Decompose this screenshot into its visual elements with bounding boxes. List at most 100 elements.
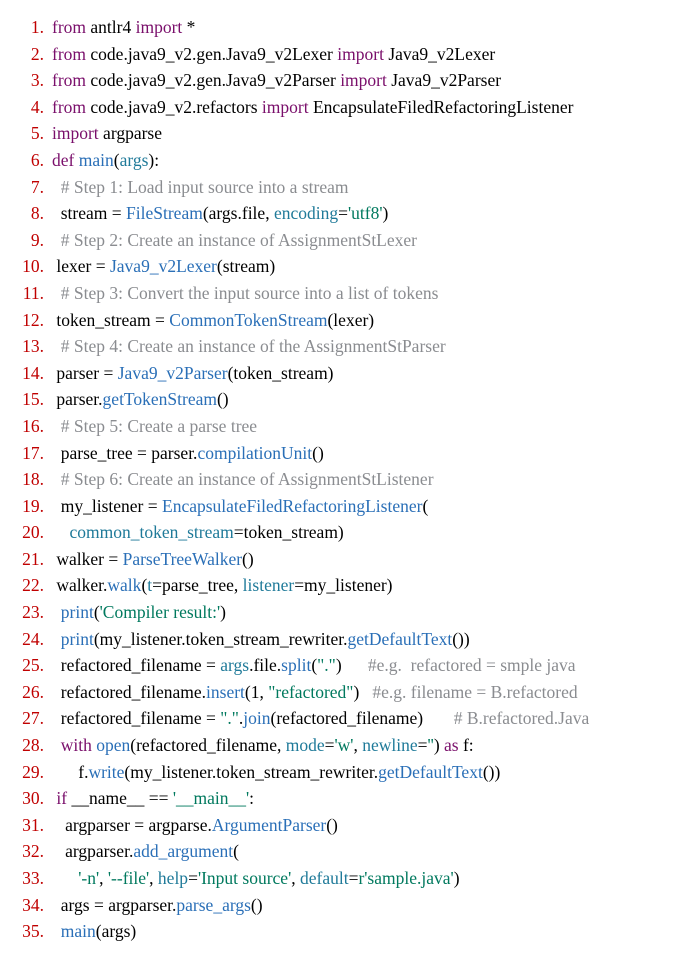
token-fn: compilationUnit bbox=[197, 443, 312, 463]
line-number: 13. bbox=[10, 333, 52, 360]
line-number: 31. bbox=[10, 812, 52, 839]
token-name: mode bbox=[286, 735, 325, 755]
token-fn: print bbox=[61, 629, 94, 649]
line-number: 34. bbox=[10, 892, 52, 919]
line-number: 12. bbox=[10, 307, 52, 334]
line-number: 32. bbox=[10, 838, 52, 865]
token-nm: (lexer) bbox=[327, 310, 374, 330]
line-number: 33. bbox=[10, 865, 52, 892]
line-number: 4. bbox=[10, 94, 52, 121]
token-nm: my_listener = bbox=[61, 496, 162, 516]
code-line: 18. # Step 6: Create an instance of Assi… bbox=[10, 466, 675, 493]
token-name: listener bbox=[243, 575, 295, 595]
line-code: token_stream = CommonTokenStream(lexer) bbox=[52, 307, 675, 334]
token-nm: (args) bbox=[96, 921, 137, 941]
code-line: 34. args = argparser.parse_args() bbox=[10, 892, 675, 919]
token-name: args bbox=[120, 150, 149, 170]
line-code: # Step 4: Create an instance of the Assi… bbox=[52, 333, 675, 360]
line-number: 5. bbox=[10, 120, 52, 147]
code-line: 8. stream = FileStream(args.file, encodi… bbox=[10, 200, 675, 227]
token-nm: ( bbox=[233, 841, 239, 861]
indent bbox=[52, 762, 78, 782]
line-number: 11. bbox=[10, 280, 52, 307]
token-kw: import bbox=[136, 17, 183, 37]
token-cm: # Step 4: Create an instance of the Assi… bbox=[61, 336, 446, 356]
indent bbox=[52, 336, 61, 356]
indent bbox=[52, 735, 61, 755]
token-nm: = bbox=[188, 868, 198, 888]
code-line: 3.from code.java9_v2.gen.Java9_v2Parser … bbox=[10, 67, 675, 94]
token-kw: from bbox=[52, 44, 86, 64]
token-cm: #e.g. filename = B.refactored bbox=[372, 682, 577, 702]
line-number: 16. bbox=[10, 413, 52, 440]
token-nm: = bbox=[338, 203, 348, 223]
token-str: '--file' bbox=[108, 868, 149, 888]
token-kw: import bbox=[337, 44, 384, 64]
line-code: print(my_listener.token_stream_rewriter.… bbox=[52, 626, 675, 653]
line-code: main(args) bbox=[52, 918, 675, 945]
line-code: refactored_filename = args.file.split(".… bbox=[52, 652, 675, 679]
line-code: from code.java9_v2.gen.Java9_v2Lexer imp… bbox=[52, 41, 675, 68]
token-nm: stream = bbox=[61, 203, 126, 223]
token-nm: , bbox=[291, 868, 300, 888]
indent bbox=[52, 868, 78, 888]
token-fn: CommonTokenStream bbox=[169, 310, 327, 330]
indent bbox=[52, 921, 61, 941]
token-nm: (my_listener.token_stream_rewriter. bbox=[124, 762, 378, 782]
token-nm: () bbox=[217, 389, 229, 409]
token-nm: argparse bbox=[99, 123, 162, 143]
token-str: "." bbox=[317, 655, 336, 675]
token-fn: Java9_v2Lexer bbox=[110, 256, 217, 276]
token-kw: from bbox=[52, 70, 86, 90]
token-nm: ()) bbox=[452, 629, 469, 649]
indent bbox=[52, 283, 61, 303]
token-nm: =my_listener) bbox=[294, 575, 392, 595]
line-code: from antlr4 import * bbox=[52, 14, 675, 41]
token-nm: ) bbox=[353, 682, 372, 702]
token-fn: FileStream bbox=[126, 203, 203, 223]
token-nm: parse_tree = parser. bbox=[61, 443, 198, 463]
token-nm: code.java9_v2.refactors bbox=[86, 97, 262, 117]
line-code: # Step 3: Convert the input source into … bbox=[52, 280, 675, 307]
line-number: 2. bbox=[10, 41, 52, 68]
indent bbox=[52, 522, 70, 542]
token-name: newline bbox=[362, 735, 417, 755]
token-kw: def bbox=[52, 150, 74, 170]
line-code: parse_tree = parser.compilationUnit() bbox=[52, 440, 675, 467]
token-str: 'Compiler result:' bbox=[100, 602, 221, 622]
code-line: 23. print('Compiler result:') bbox=[10, 599, 675, 626]
line-number: 1. bbox=[10, 14, 52, 41]
token-nm: lexer = bbox=[56, 256, 110, 276]
token-cm: # B.refactored.Java bbox=[454, 708, 590, 728]
indent bbox=[52, 443, 61, 463]
token-fn: main bbox=[79, 150, 114, 170]
token-nm: () bbox=[251, 895, 263, 915]
token-nm: refactored_filename = bbox=[61, 708, 221, 728]
line-code: refactored_filename.insert(1, "refactore… bbox=[52, 679, 675, 706]
line-number: 17. bbox=[10, 440, 52, 467]
indent bbox=[52, 682, 61, 702]
token-fn: getTokenStream bbox=[103, 389, 217, 409]
line-number: 15. bbox=[10, 386, 52, 413]
indent bbox=[52, 655, 61, 675]
line-code: from code.java9_v2.gen.Java9_v2Parser im… bbox=[52, 67, 675, 94]
indent bbox=[52, 602, 61, 622]
token-nm: f: bbox=[459, 735, 474, 755]
token-nm: =token_stream) bbox=[234, 522, 344, 542]
indent bbox=[52, 895, 61, 915]
code-line: 16. # Step 5: Create a parse tree bbox=[10, 413, 675, 440]
token-cm: # Step 5: Create a parse tree bbox=[61, 416, 257, 436]
code-block: 1.from antlr4 import *2.from code.java9_… bbox=[10, 14, 675, 945]
token-nm: ( bbox=[422, 496, 428, 516]
line-code: argparser.add_argument( bbox=[52, 838, 675, 865]
token-fn: ParseTreeWalker bbox=[123, 549, 242, 569]
line-code: walker.walk(t=parse_tree, listener=my_li… bbox=[52, 572, 675, 599]
code-line: 11. # Step 3: Convert the input source i… bbox=[10, 280, 675, 307]
line-number: 3. bbox=[10, 67, 52, 94]
indent bbox=[52, 416, 61, 436]
token-nm: =parse_tree, bbox=[152, 575, 243, 595]
token-nm: walker = bbox=[56, 549, 122, 569]
line-number: 23. bbox=[10, 599, 52, 626]
line-code: with open(refactored_filename, mode='w',… bbox=[52, 732, 675, 759]
token-cm: # Step 1: Load input source into a strea… bbox=[61, 177, 349, 197]
